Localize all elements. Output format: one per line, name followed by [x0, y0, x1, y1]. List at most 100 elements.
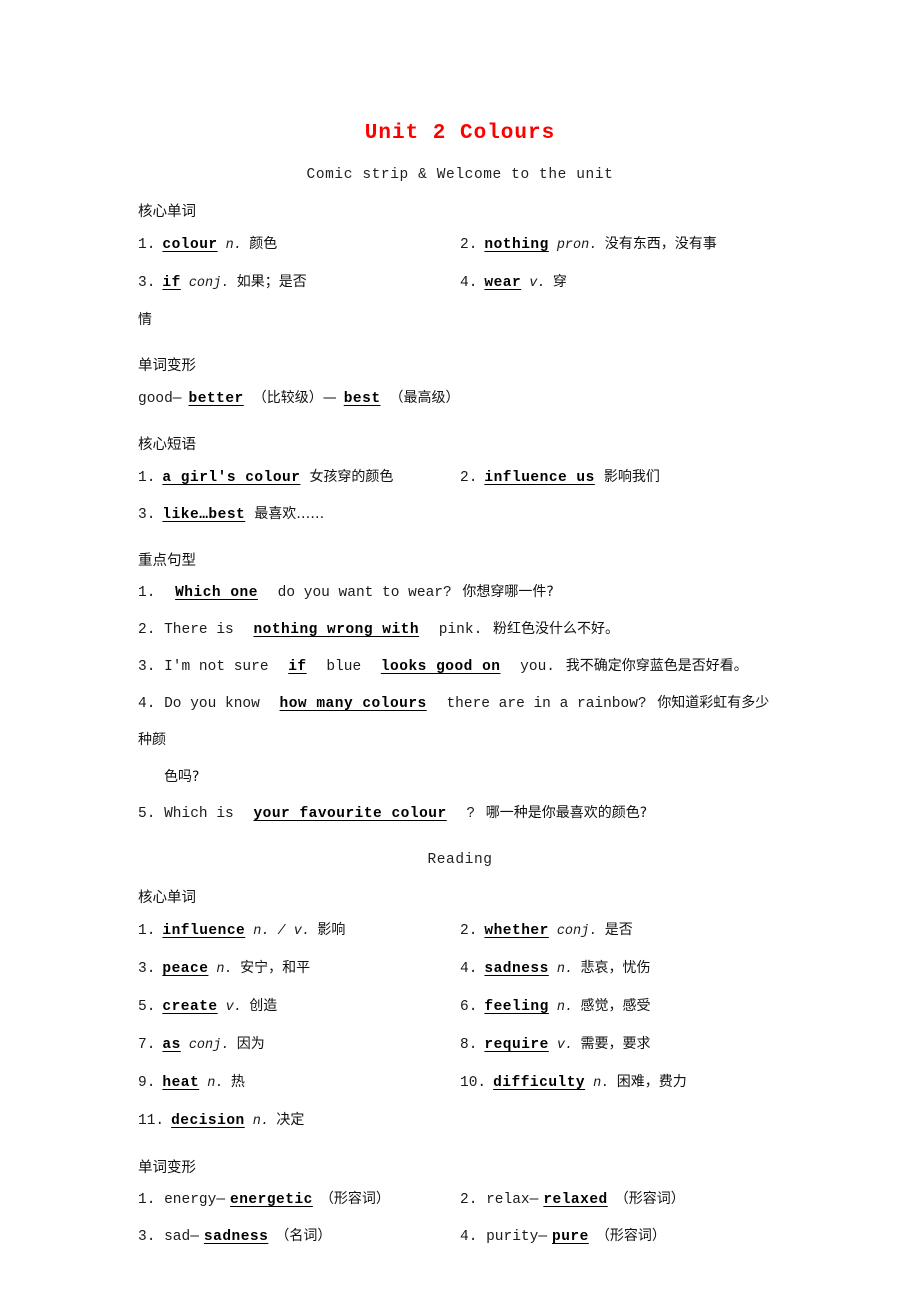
part-of-speech: conj.: [188, 1037, 230, 1053]
vocab-entry: 5. create v. 创造: [138, 988, 460, 1026]
sentence-text: ?: [457, 806, 484, 823]
part-of-speech: conj.: [188, 276, 230, 292]
item-number: 3.: [138, 506, 156, 523]
vocab-answer-blank[interactable]: create: [155, 999, 224, 1015]
vocab-answer-blank[interactable]: require: [477, 1037, 555, 1053]
word-form-base: energy—: [164, 1192, 226, 1209]
word-form-answer-blank[interactable]: relaxed: [538, 1192, 612, 1208]
part-of-speech: n. / v.: [253, 923, 310, 939]
list-core-words-reading: 1. influence n. / v. 影响 2. whether conj. 是否 3.…: [138, 912, 782, 1140]
chinese-gloss: 没有东西，没有事: [600, 236, 717, 253]
vocab-answer-blank[interactable]: as: [155, 1037, 187, 1053]
vocab-entry: 2. whether conj. 是否: [460, 912, 782, 950]
phrase-row: 3. like…best 最喜欢……: [138, 496, 782, 533]
sentence-text: you.: [511, 659, 564, 676]
sentence-line: 5. Which is your favourite colour ? 哪一种是…: [138, 805, 648, 823]
phrase-answer-blank[interactable]: influence us: [477, 470, 601, 486]
vocab-answer-blank[interactable]: sadness: [477, 961, 555, 977]
sentence-answer-blank[interactable]: if: [277, 659, 317, 675]
item-number: 1.: [138, 237, 156, 254]
word-form-base: purity—: [486, 1229, 548, 1246]
chinese-translation: 哪一种是你最喜欢的颜色?: [485, 805, 648, 822]
word-form-label-comparative: （比较级）—: [252, 389, 337, 406]
part-of-speech: v.: [529, 276, 546, 292]
vocab-entry: 8. require v. 需要，要求: [460, 1026, 782, 1064]
vocab-row: 1. colour n. 颜色 2. nothing pron. 没有东西，没有事: [138, 226, 782, 264]
list-key-sentences: 1. Which one do you want to wear? 你想穿哪一件…: [138, 574, 782, 832]
word-form-base: good—: [138, 390, 182, 407]
vocab-entry: 4. sadness n. 悲哀，忧伤: [460, 950, 782, 988]
vocab-answer-blank[interactable]: peace: [155, 961, 215, 977]
sentence-answer-blank[interactable]: how many colours: [269, 696, 438, 712]
sentence-row: 5. Which is your favourite colour ? 哪一种是…: [138, 795, 782, 832]
part-of-speech: n.: [225, 238, 242, 254]
content-area-reading: 核心单词 1. influence n. / v. 影响 2. whether conj.…: [0, 870, 920, 1256]
heading-core-words-reading: 核心单词: [138, 889, 196, 906]
sentence-answer-blank[interactable]: looks good on: [370, 659, 512, 675]
sentence-row: 4. Do you know how many colours there ar…: [138, 685, 782, 759]
vocab-answer-blank[interactable]: feeling: [477, 999, 555, 1015]
chinese-gloss: 如果；是否: [232, 274, 307, 291]
word-form-answer-superlative[interactable]: best: [337, 391, 388, 407]
sentence-line: 2. There is nothing wrong with pink. 粉红色…: [138, 621, 619, 639]
vocab-answer-blank[interactable]: difficulty: [486, 1075, 592, 1091]
item-number: 2.: [460, 922, 478, 939]
sentence-answer-blank[interactable]: Which one: [164, 585, 269, 601]
word-form-label: （形容词）: [614, 1191, 685, 1208]
vocab-row: 7. as conj. 因为 8. require v. 需要，要求: [138, 1026, 782, 1064]
chinese-gloss: 安宁，和平: [235, 959, 311, 976]
word-form-entry: 3. sad— sadness （名词）: [138, 1218, 460, 1255]
part-of-speech: conj.: [556, 923, 598, 939]
vocab-answer-blank[interactable]: wear: [477, 275, 528, 291]
word-form-answer-blank[interactable]: energetic: [225, 1192, 318, 1208]
part-of-speech: n.: [252, 1113, 269, 1129]
sentence-answer-blank[interactable]: your favourite colour: [242, 806, 457, 822]
chinese-gloss: 需要，要求: [576, 1035, 651, 1052]
vocab-answer-blank[interactable]: heat: [155, 1075, 206, 1091]
page-title: Unit 2 Colours: [364, 122, 556, 145]
item-number: 1.: [138, 585, 165, 602]
list-core-phrases: 1. a girl's colour 女孩穿的颜色 2. influence us 影响我…: [138, 459, 782, 533]
item-number: 11.: [138, 1112, 165, 1129]
phrase-answer-blank[interactable]: a girl's colour: [155, 470, 307, 486]
chinese-gloss: 是否: [600, 921, 633, 938]
chinese-gloss: 影响: [312, 921, 346, 938]
chinese-translation: 你想穿哪一件?: [462, 584, 554, 601]
word-form-answer-comparative[interactable]: better: [182, 391, 251, 407]
vocab-answer-blank[interactable]: whether: [477, 923, 555, 939]
word-form-good: good— better （比较级）— best （最高级）: [138, 380, 782, 417]
vocab-answer-blank[interactable]: if: [155, 275, 187, 291]
heading-core-phrases: 核心短语: [138, 436, 196, 453]
chinese-gloss: 因为: [232, 1035, 265, 1052]
item-number: 5.: [138, 806, 165, 823]
item-number: 2.: [460, 469, 478, 486]
chinese-translation: 粉红色没什么不好。: [493, 621, 619, 638]
vocab-entry: 3. peace n. 安宁，和平: [138, 950, 460, 988]
worksheet-page: Unit 2 Colours Comic strip & Welcome to …: [0, 0, 920, 1302]
item-number: 9.: [138, 1074, 156, 1091]
vocab-answer-blank[interactable]: colour: [155, 237, 224, 253]
chinese-gloss: 决定: [271, 1111, 305, 1128]
vocab-answer-blank[interactable]: influence: [155, 923, 252, 939]
word-form-entry: 4. purity— pure （形容词）: [460, 1218, 782, 1255]
word-form-answer-blank[interactable]: sadness: [199, 1229, 273, 1245]
word-form-label: （形容词）: [319, 1191, 390, 1208]
item-number: 4.: [460, 1229, 487, 1246]
word-form-answer-blank[interactable]: pure: [547, 1229, 594, 1245]
part-of-speech: v.: [556, 1037, 574, 1053]
word-form-label: （形容词）: [595, 1228, 666, 1245]
vocab-entry: 1. influence n. / v. 影响: [138, 912, 460, 950]
vocab-row: 3. peace n. 安宁，和平 4. sadness n. 悲哀，忧伤: [138, 950, 782, 988]
sentence-text: There is: [164, 622, 243, 639]
sentence-continuation: 色吗?: [164, 769, 200, 786]
vocab-answer-blank[interactable]: nothing: [477, 237, 555, 253]
sentence-answer-blank[interactable]: nothing wrong with: [242, 622, 430, 638]
part-of-speech: pron.: [556, 238, 598, 254]
chinese-gloss: 悲哀，忧伤: [576, 959, 651, 976]
item-number: 4.: [460, 960, 478, 977]
phrase-entry: 2. influence us 影响我们: [460, 459, 782, 496]
sentence-text: blue: [317, 659, 370, 676]
phrase-answer-blank[interactable]: like…best: [155, 507, 252, 523]
vocab-answer-blank[interactable]: decision: [164, 1113, 252, 1129]
part-of-speech: n.: [216, 961, 233, 977]
